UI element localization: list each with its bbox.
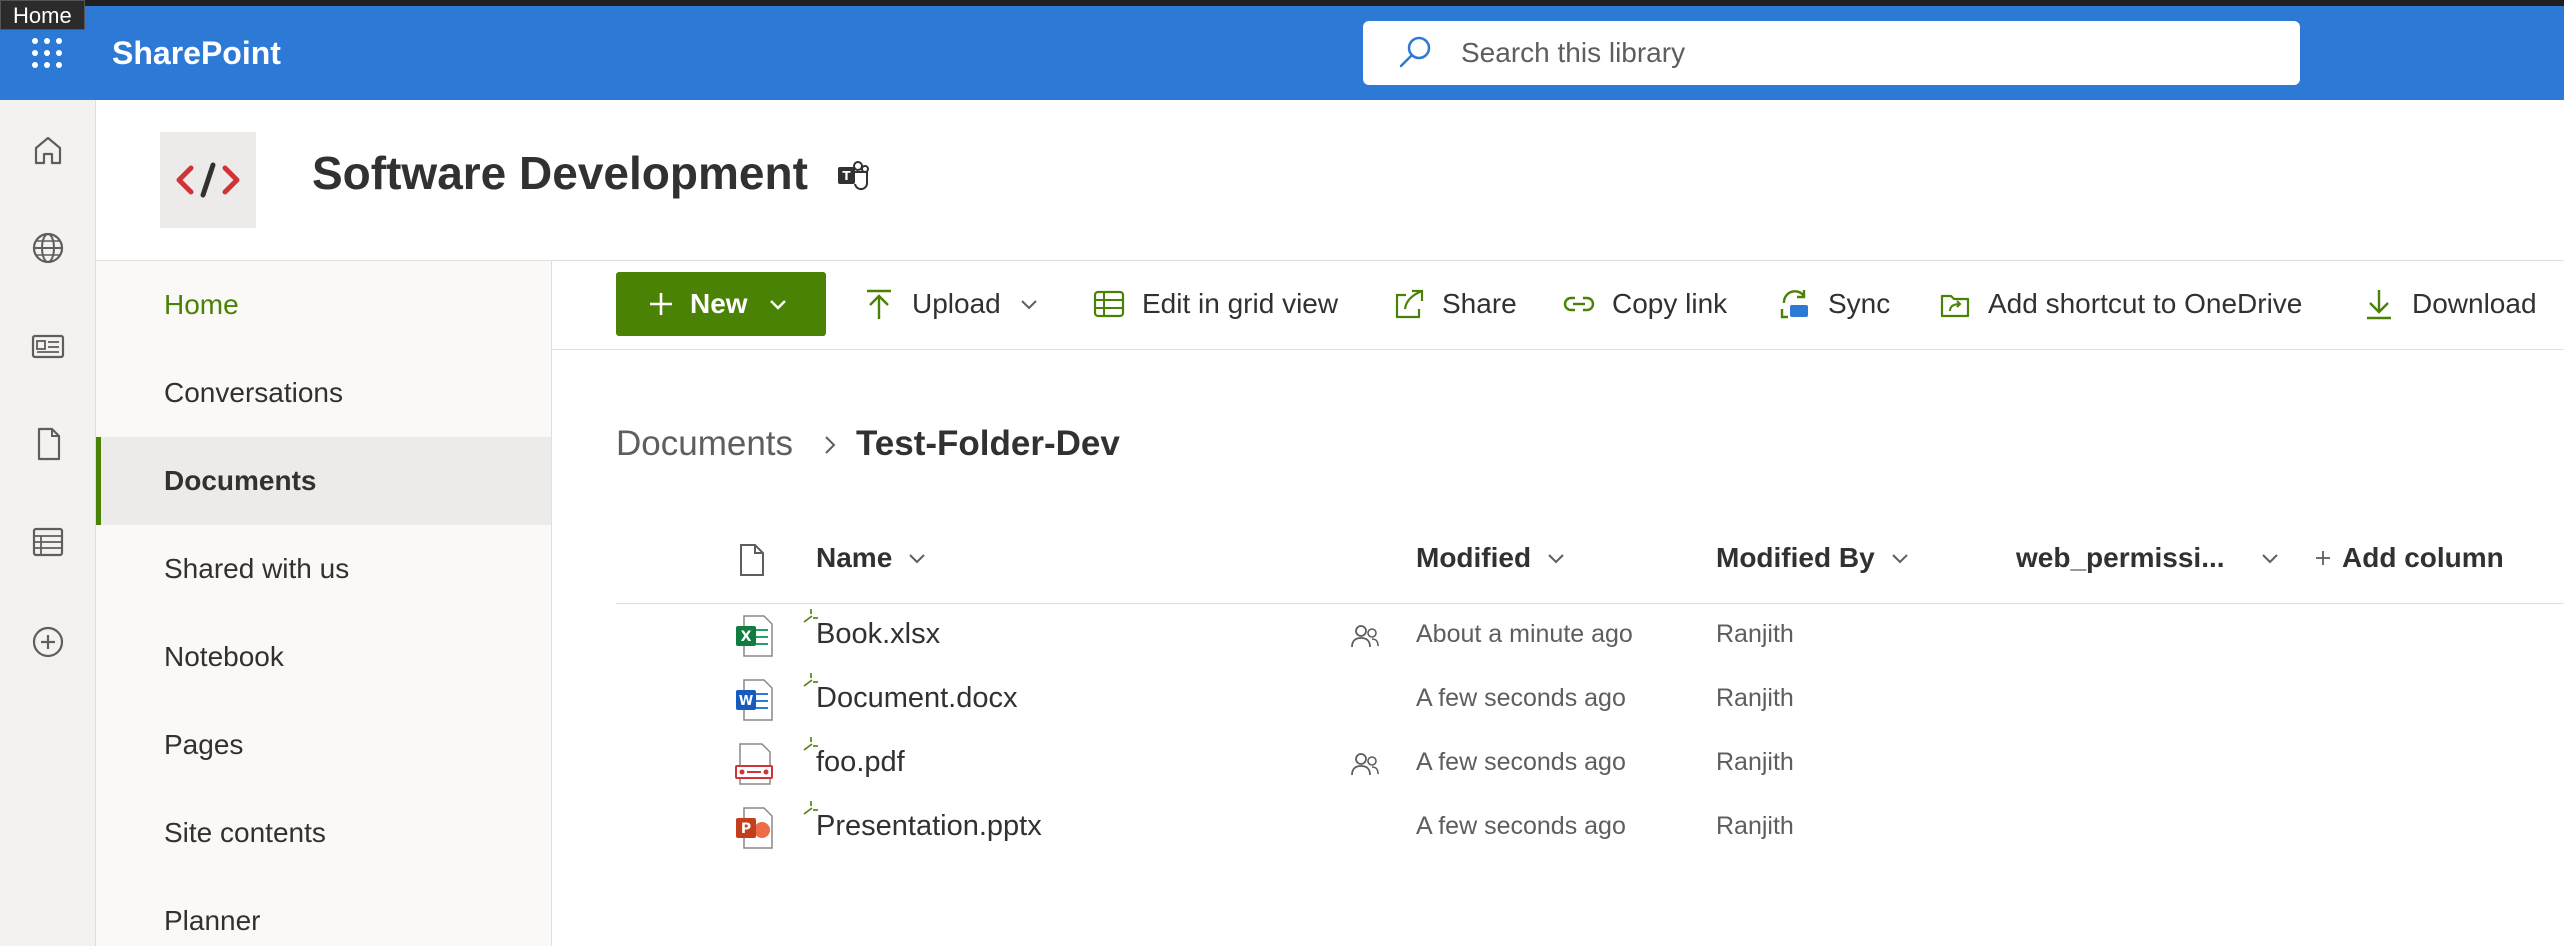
nav-item-pages[interactable]: Pages <box>96 701 551 789</box>
app-rail <box>0 100 96 946</box>
plus-icon <box>650 293 672 315</box>
chevron-down-icon <box>1891 554 1908 564</box>
powerpoint-icon: P <box>736 807 773 849</box>
shared-people-icon[interactable] <box>1350 750 1380 778</box>
chevron-down-icon <box>2261 554 2278 564</box>
teams-icon[interactable]: T <box>836 158 870 192</box>
share-label: Share <box>1442 288 1517 319</box>
add-shortcut-button[interactable]: Add shortcut to OneDrive <box>1938 272 2302 336</box>
add-column-label: Add column <box>2342 542 2504 573</box>
chevron-right-icon <box>825 436 836 454</box>
table-row[interactable]: P Presentation.pptx A few seconds ago Ra… <box>616 796 2564 860</box>
shared-people-icon[interactable] <box>1350 622 1380 650</box>
table-row[interactable]: X Book.xlsx About a minute ago Ranjith <box>616 604 2564 668</box>
column-header-modified[interactable]: Modified <box>1416 542 1567 574</box>
nav-item-conversations[interactable]: Conversations <box>96 349 551 437</box>
file-modified: A few seconds ago <box>1416 684 1626 712</box>
code-logo-icon <box>176 162 240 198</box>
upload-icon <box>867 289 891 319</box>
sync-label: Sync <box>1828 288 1891 319</box>
add-column-button[interactable]: Add column <box>2314 542 2504 574</box>
new-button[interactable]: New <box>616 272 826 336</box>
lists-icon[interactable] <box>28 522 68 562</box>
svg-text:T: T <box>842 169 851 183</box>
table-row[interactable]: W Document.docx A few seconds ago Ranjit… <box>616 668 2564 732</box>
nav-item-site-contents[interactable]: Site contents <box>96 789 551 877</box>
copy-link-label: Copy link <box>1612 288 1728 319</box>
file-modified: About a minute ago <box>1416 620 1633 648</box>
upload-label: Upload <box>912 288 1001 319</box>
file-modified-by[interactable]: Ranjith <box>1716 748 1794 777</box>
file-name-link[interactable]: Document.docx <box>816 682 1018 715</box>
share-icon <box>1395 289 1424 319</box>
document-icon[interactable] <box>28 424 68 464</box>
svg-text:X: X <box>741 629 752 645</box>
sharepoint-brand-link[interactable]: SharePoint <box>112 6 281 100</box>
file-modified-by[interactable]: Ranjith <box>1716 684 1794 713</box>
column-name-label: Name <box>816 542 893 573</box>
new-button-label: New <box>690 288 748 319</box>
nav-item-home[interactable]: Home <box>96 261 551 349</box>
column-header-web-permissions[interactable]: web_permissi... <box>2016 542 2281 574</box>
share-button[interactable]: Share <box>1392 272 1517 336</box>
globe-icon[interactable] <box>28 228 68 268</box>
file-name-link[interactable]: foo.pdf <box>816 746 905 779</box>
search-input[interactable]: Search this library <box>1461 37 1685 69</box>
breadcrumb-current-folder: Test-Folder-Dev <box>856 424 1120 463</box>
download-button[interactable]: Download <box>2362 272 2537 336</box>
sync-icon <box>1780 290 1808 319</box>
download-icon <box>2367 290 2391 320</box>
nav-item-shared-with-us[interactable]: Shared with us <box>96 525 551 613</box>
chevron-down-icon <box>1021 300 1037 310</box>
breadcrumb-documents[interactable]: Documents <box>616 424 793 464</box>
pdf-icon <box>735 743 773 785</box>
sync-button[interactable]: Sync <box>1778 272 1890 336</box>
chevron-down-icon <box>909 554 925 564</box>
nav-item-documents[interactable]: Documents <box>96 437 551 525</box>
plus-icon <box>2316 551 2330 565</box>
nav-item-notebook[interactable]: Notebook <box>96 613 551 701</box>
waffle-icon <box>32 38 62 68</box>
home-icon[interactable] <box>28 130 68 170</box>
search-icon <box>1399 36 1431 68</box>
search-box[interactable]: Search this library <box>1363 21 2300 85</box>
file-modified-by[interactable]: Ranjith <box>1716 812 1794 841</box>
excel-icon: X <box>736 615 773 657</box>
file-modified: A few seconds ago <box>1416 748 1626 776</box>
column-header-modified-by[interactable]: Modified By <box>1716 542 1911 574</box>
link-icon <box>1563 296 1595 312</box>
grid-icon <box>1093 290 1125 318</box>
svg-text:P: P <box>741 821 751 837</box>
svg-text:W: W <box>739 694 753 709</box>
file-type-header-icon[interactable] <box>738 542 766 578</box>
add-shortcut-label: Add shortcut to OneDrive <box>1988 288 2303 319</box>
file-modified-by[interactable]: Ranjith <box>1716 620 1794 649</box>
column-header-name[interactable]: Name <box>816 542 928 574</box>
edit-grid-view-label: Edit in grid view <box>1142 288 1339 319</box>
download-label: Download <box>2412 288 2537 319</box>
edit-grid-view-button[interactable]: Edit in grid view <box>1092 272 1338 336</box>
home-tooltip: Home <box>0 0 85 30</box>
file-name-link[interactable]: Presentation.pptx <box>816 810 1042 843</box>
shortcut-icon <box>1940 294 1970 318</box>
column-modified-by-label: Modified By <box>1716 542 1875 573</box>
site-title[interactable]: Software Development <box>312 146 808 200</box>
news-icon[interactable] <box>28 326 68 366</box>
table-row[interactable]: foo.pdf A few seconds ago Ranjith <box>616 732 2564 796</box>
chevron-down-icon <box>769 300 786 310</box>
column-web-permissions-label: web_permissi... <box>2016 542 2225 573</box>
upload-button[interactable]: Upload <box>862 272 1039 336</box>
copy-link-button[interactable]: Copy link <box>1562 272 1727 336</box>
site-logo[interactable] <box>160 132 256 228</box>
nav-item-planner[interactable]: Planner <box>96 877 551 946</box>
add-circle-icon[interactable] <box>28 622 68 662</box>
file-modified: A few seconds ago <box>1416 812 1626 840</box>
column-modified-label: Modified <box>1416 542 1532 573</box>
left-navigation: Home Conversations Documents Shared with… <box>96 260 552 946</box>
chevron-down-icon <box>1548 554 1564 564</box>
file-name-link[interactable]: Book.xlsx <box>816 618 940 651</box>
word-icon: W <box>736 679 773 721</box>
